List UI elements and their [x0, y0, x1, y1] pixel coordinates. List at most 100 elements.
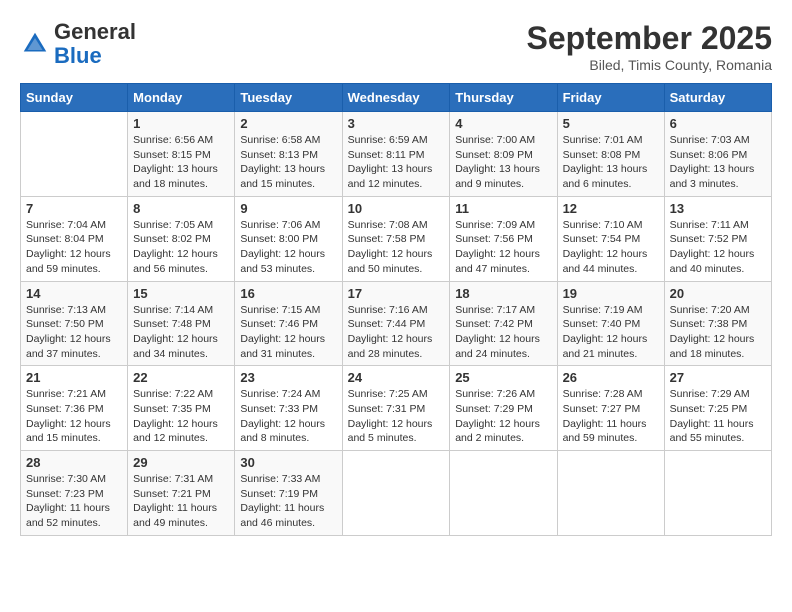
calendar-cell: 5 Sunrise: 7:01 AM Sunset: 8:08 PM Daylig… [557, 112, 664, 197]
calendar-week-5: 28 Sunrise: 7:30 AM Sunset: 7:23 PM Dayli… [21, 451, 772, 536]
logo-icon [20, 29, 50, 59]
day-number: 19 [563, 286, 659, 301]
calendar-cell: 29Sunrise: 7:31 AM Sunset: 7:21 PM Dayli… [128, 451, 235, 536]
day-info: Sunrise: 7:22 AM Sunset: 7:35 PM Dayligh… [133, 387, 229, 446]
day-number: 5 [563, 116, 659, 131]
calendar-cell: 22Sunrise: 7:22 AM Sunset: 7:35 PM Dayli… [128, 366, 235, 451]
day-info: Sunrise: 6:56 AM Sunset: 8:15 PM Dayligh… [133, 133, 229, 192]
calendar-cell: 1 Sunrise: 6:56 AM Sunset: 8:15 PM Daylig… [128, 112, 235, 197]
calendar-cell: 27 Sunrise: 7:29 AM Sunset: 7:25 PM Dayli… [664, 366, 771, 451]
weekday-thursday: Thursday [450, 84, 557, 112]
month-title: September 2025 [527, 20, 772, 57]
day-info: Sunrise: 7:15 AM Sunset: 7:46 PM Dayligh… [240, 303, 336, 362]
day-info: Sunrise: 7:26 AM Sunset: 7:29 PM Dayligh… [455, 387, 551, 446]
day-number: 15 [133, 286, 229, 301]
day-number: 13 [670, 201, 766, 216]
day-number: 10 [348, 201, 445, 216]
weekday-tuesday: Tuesday [235, 84, 342, 112]
title-area: September 2025 Biled, Timis County, Roma… [527, 20, 772, 73]
calendar-cell: 2 Sunrise: 6:58 AM Sunset: 8:13 PM Daylig… [235, 112, 342, 197]
calendar-cell: 19 Sunrise: 7:19 AM Sunset: 7:40 PM Dayli… [557, 281, 664, 366]
day-info: Sunrise: 7:01 AM Sunset: 8:08 PM Dayligh… [563, 133, 659, 192]
calendar-cell [664, 451, 771, 536]
calendar-cell: 4Sunrise: 7:00 AM Sunset: 8:09 PM Daylig… [450, 112, 557, 197]
calendar-cell: 16Sunrise: 7:15 AM Sunset: 7:46 PM Dayli… [235, 281, 342, 366]
calendar-cell: 14 Sunrise: 7:13 AM Sunset: 7:50 PM Dayli… [21, 281, 128, 366]
day-number: 28 [26, 455, 122, 470]
calendar-cell [342, 451, 450, 536]
day-number: 18 [455, 286, 551, 301]
weekday-saturday: Saturday [664, 84, 771, 112]
day-number: 17 [348, 286, 445, 301]
day-number: 29 [133, 455, 229, 470]
calendar-cell: 9 Sunrise: 7:06 AM Sunset: 8:00 PM Daylig… [235, 196, 342, 281]
calendar-cell: 20 Sunrise: 7:20 AM Sunset: 7:38 PM Dayli… [664, 281, 771, 366]
day-number: 2 [240, 116, 336, 131]
day-number: 8 [133, 201, 229, 216]
logo-blue-text: Blue [54, 43, 102, 68]
calendar-cell: 8 Sunrise: 7:05 AM Sunset: 8:02 PM Daylig… [128, 196, 235, 281]
day-info: Sunrise: 7:25 AM Sunset: 7:31 PM Dayligh… [348, 387, 445, 446]
calendar-cell: 18 Sunrise: 7:17 AM Sunset: 7:42 PM Dayli… [450, 281, 557, 366]
calendar-cell: 25Sunrise: 7:26 AM Sunset: 7:29 PM Dayli… [450, 366, 557, 451]
calendar-cell [450, 451, 557, 536]
weekday-header-row: SundayMondayTuesdayWednesdayThursdayFrid… [21, 84, 772, 112]
day-number: 4 [455, 116, 551, 131]
day-number: 20 [670, 286, 766, 301]
day-info: Sunrise: 7:09 AM Sunset: 7:56 PM Dayligh… [455, 218, 551, 277]
calendar-cell: 3 Sunrise: 6:59 AM Sunset: 8:11 PM Daylig… [342, 112, 450, 197]
day-number: 1 [133, 116, 229, 131]
day-number: 14 [26, 286, 122, 301]
header: General Blue September 2025 Biled, Timis… [20, 20, 772, 73]
calendar-cell: 17 Sunrise: 7:16 AM Sunset: 7:44 PM Dayli… [342, 281, 450, 366]
day-number: 6 [670, 116, 766, 131]
weekday-sunday: Sunday [21, 84, 128, 112]
day-number: 21 [26, 370, 122, 385]
day-info: Sunrise: 6:58 AM Sunset: 8:13 PM Dayligh… [240, 133, 336, 192]
calendar-body: 1 Sunrise: 6:56 AM Sunset: 8:15 PM Daylig… [21, 112, 772, 536]
calendar-cell: 7 Sunrise: 7:04 AM Sunset: 8:04 PM Daylig… [21, 196, 128, 281]
calendar-cell: 30Sunrise: 7:33 AM Sunset: 7:19 PM Dayli… [235, 451, 342, 536]
logo: General Blue [20, 20, 136, 68]
day-number: 11 [455, 201, 551, 216]
calendar-cell: 24 Sunrise: 7:25 AM Sunset: 7:31 PM Dayli… [342, 366, 450, 451]
day-info: Sunrise: 7:16 AM Sunset: 7:44 PM Dayligh… [348, 303, 445, 362]
calendar-cell: 6 Sunrise: 7:03 AM Sunset: 8:06 PM Daylig… [664, 112, 771, 197]
day-info: Sunrise: 7:29 AM Sunset: 7:25 PM Dayligh… [670, 387, 766, 446]
calendar-cell: 12 Sunrise: 7:10 AM Sunset: 7:54 PM Dayli… [557, 196, 664, 281]
day-info: Sunrise: 7:13 AM Sunset: 7:50 PM Dayligh… [26, 303, 122, 362]
weekday-friday: Friday [557, 84, 664, 112]
day-number: 26 [563, 370, 659, 385]
day-info: Sunrise: 7:28 AM Sunset: 7:27 PM Dayligh… [563, 387, 659, 446]
day-info: Sunrise: 7:17 AM Sunset: 7:42 PM Dayligh… [455, 303, 551, 362]
calendar-week-3: 14 Sunrise: 7:13 AM Sunset: 7:50 PM Dayli… [21, 281, 772, 366]
day-info: Sunrise: 7:30 AM Sunset: 7:23 PM Dayligh… [26, 472, 122, 531]
calendar-week-4: 21 Sunrise: 7:21 AM Sunset: 7:36 PM Dayli… [21, 366, 772, 451]
day-info: Sunrise: 7:05 AM Sunset: 8:02 PM Dayligh… [133, 218, 229, 277]
day-number: 9 [240, 201, 336, 216]
calendar-week-2: 7 Sunrise: 7:04 AM Sunset: 8:04 PM Daylig… [21, 196, 772, 281]
calendar-cell: 13Sunrise: 7:11 AM Sunset: 7:52 PM Dayli… [664, 196, 771, 281]
day-number: 30 [240, 455, 336, 470]
calendar-week-1: 1 Sunrise: 6:56 AM Sunset: 8:15 PM Daylig… [21, 112, 772, 197]
location-subtitle: Biled, Timis County, Romania [527, 57, 772, 73]
day-info: Sunrise: 7:14 AM Sunset: 7:48 PM Dayligh… [133, 303, 229, 362]
day-number: 3 [348, 116, 445, 131]
day-number: 12 [563, 201, 659, 216]
day-info: Sunrise: 6:59 AM Sunset: 8:11 PM Dayligh… [348, 133, 445, 192]
day-info: Sunrise: 7:04 AM Sunset: 8:04 PM Dayligh… [26, 218, 122, 277]
calendar-cell: 23Sunrise: 7:24 AM Sunset: 7:33 PM Dayli… [235, 366, 342, 451]
day-number: 27 [670, 370, 766, 385]
day-info: Sunrise: 7:10 AM Sunset: 7:54 PM Dayligh… [563, 218, 659, 277]
calendar-cell: 21 Sunrise: 7:21 AM Sunset: 7:36 PM Dayli… [21, 366, 128, 451]
day-info: Sunrise: 7:19 AM Sunset: 7:40 PM Dayligh… [563, 303, 659, 362]
weekday-wednesday: Wednesday [342, 84, 450, 112]
day-info: Sunrise: 7:21 AM Sunset: 7:36 PM Dayligh… [26, 387, 122, 446]
day-info: Sunrise: 7:06 AM Sunset: 8:00 PM Dayligh… [240, 218, 336, 277]
day-number: 7 [26, 201, 122, 216]
day-info: Sunrise: 7:03 AM Sunset: 8:06 PM Dayligh… [670, 133, 766, 192]
day-info: Sunrise: 7:24 AM Sunset: 7:33 PM Dayligh… [240, 387, 336, 446]
calendar-cell [557, 451, 664, 536]
day-number: 24 [348, 370, 445, 385]
day-info: Sunrise: 7:20 AM Sunset: 7:38 PM Dayligh… [670, 303, 766, 362]
